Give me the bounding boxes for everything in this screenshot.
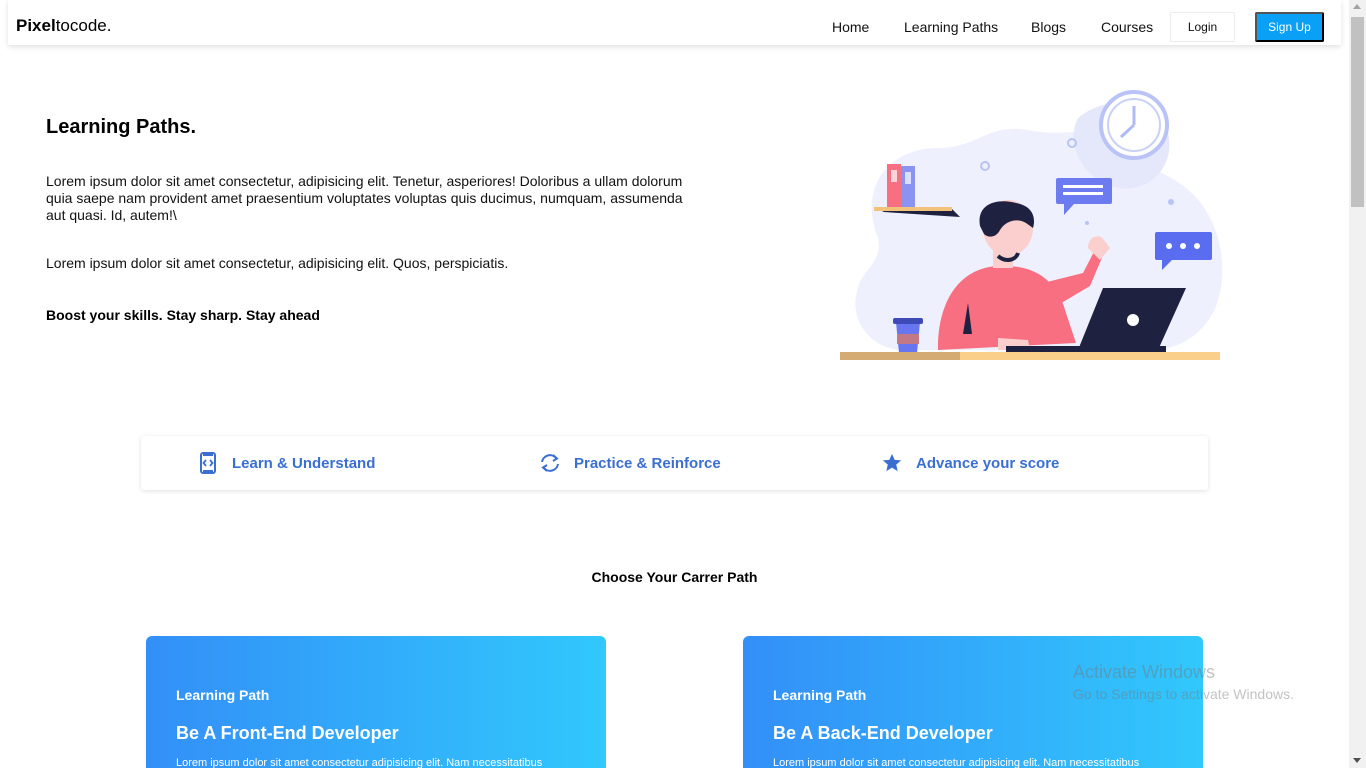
activation-watermark-title: Activate Windows xyxy=(1073,662,1216,682)
navbar: Pixeltocode. Home Learning Paths Blogs C… xyxy=(8,0,1341,45)
scroll-thumb[interactable] xyxy=(1351,17,1364,207)
card-front-end[interactable]: Learning Path Be A Front-End Developer L… xyxy=(146,636,606,768)
page-scrollbar[interactable] xyxy=(1349,0,1366,768)
refresh-icon xyxy=(538,451,562,475)
card-title: Be A Front-End Developer xyxy=(176,723,399,743)
activation-watermark-subtitle: Go to Settings to activate Windows. xyxy=(1073,686,1294,702)
nav-home[interactable]: Home xyxy=(832,19,869,35)
feature-learn-label: Learn & Understand xyxy=(232,454,376,472)
nav-courses[interactable]: Courses xyxy=(1101,19,1153,35)
hero-tagline: Boost your skills. Stay sharp. Stay ahea… xyxy=(46,307,320,323)
hero-illustration xyxy=(840,90,1223,360)
hero-paragraph-2: Lorem ipsum dolor sit amet consectetur, … xyxy=(46,255,509,271)
brand-logo[interactable]: Pixeltocode. xyxy=(16,16,111,36)
card-description: Lorem ipsum dolor sit amet consectetur a… xyxy=(773,757,1140,768)
card-kicker: Learning Path xyxy=(773,687,867,703)
feature-practice-label: Practice & Reinforce xyxy=(574,454,721,472)
hero-title: Learning Paths. xyxy=(46,116,197,138)
card-title: Be A Back-End Developer xyxy=(773,723,993,743)
feature-learn[interactable]: Learn & Understand xyxy=(196,436,375,490)
card-kicker: Learning Path xyxy=(176,687,270,703)
nav-blogs[interactable]: Blogs xyxy=(1031,19,1066,35)
feature-advance-label: Advance your score xyxy=(916,454,1060,472)
card-description: Lorem ipsum dolor sit amet consectetur a… xyxy=(176,757,543,768)
brand-rest: tocode. xyxy=(55,16,112,35)
card-back-end[interactable]: Learning Path Be A Back-End Developer Lo… xyxy=(743,636,1203,768)
page: Pixeltocode. Home Learning Paths Blogs C… xyxy=(0,0,1366,768)
brand-bold: Pixel xyxy=(16,16,56,35)
scroll-up-arrow-icon[interactable] xyxy=(1353,4,1361,9)
section-title: Choose Your Carrer Path xyxy=(591,569,758,585)
star-icon xyxy=(880,451,904,475)
signup-button[interactable]: Sign Up xyxy=(1255,12,1324,42)
scroll-down-arrow-icon[interactable] xyxy=(1353,758,1361,763)
hero-paragraph-1: Lorem ipsum dolor sit amet consectetur, … xyxy=(46,173,683,223)
login-button[interactable]: Login xyxy=(1170,12,1235,42)
feature-practice[interactable]: Practice & Reinforce xyxy=(538,436,721,490)
code-file-icon xyxy=(196,451,220,475)
nav-learning-paths[interactable]: Learning Paths xyxy=(904,19,998,35)
feature-advance[interactable]: Advance your score xyxy=(880,436,1059,490)
features-bar: Learn & Understand Practice & Reinforce … xyxy=(141,436,1208,490)
